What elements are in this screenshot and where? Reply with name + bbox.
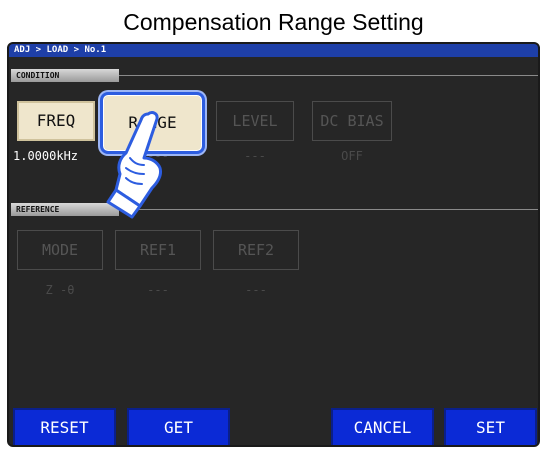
condition-section-label: CONDITION <box>11 69 119 82</box>
dc-bias-value: OFF <box>341 149 363 163</box>
freq-value: 1.0000kHz <box>13 149 79 163</box>
ref1-button[interactable]: REF1 <box>115 230 201 270</box>
level-button[interactable]: LEVEL <box>216 101 294 141</box>
get-button[interactable]: GET <box>127 408 230 445</box>
level-value: --- <box>244 149 266 163</box>
reference-divider <box>119 209 538 210</box>
dc-bias-button[interactable]: DC BIAS <box>312 101 392 141</box>
breadcrumb: ADJ > LOAD > No.1 <box>9 44 538 57</box>
ref2-value: --- <box>245 283 267 297</box>
pointing-hand-icon <box>106 111 162 219</box>
mode-value: Z -θ <box>45 283 75 297</box>
freq-button[interactable]: FREQ <box>17 101 95 141</box>
device-screen: ADJ > LOAD > No.1 CONDITION FREQ RANGE L… <box>7 42 540 447</box>
ref2-button[interactable]: REF2 <box>213 230 299 270</box>
reset-button[interactable]: RESET <box>13 408 116 445</box>
set-button[interactable]: SET <box>444 408 537 445</box>
ref1-value: --- <box>147 283 169 297</box>
mode-button[interactable]: MODE <box>17 230 103 270</box>
page-title: Compensation Range Setting <box>0 0 547 45</box>
cancel-button[interactable]: CANCEL <box>331 408 434 445</box>
condition-divider <box>119 75 538 76</box>
